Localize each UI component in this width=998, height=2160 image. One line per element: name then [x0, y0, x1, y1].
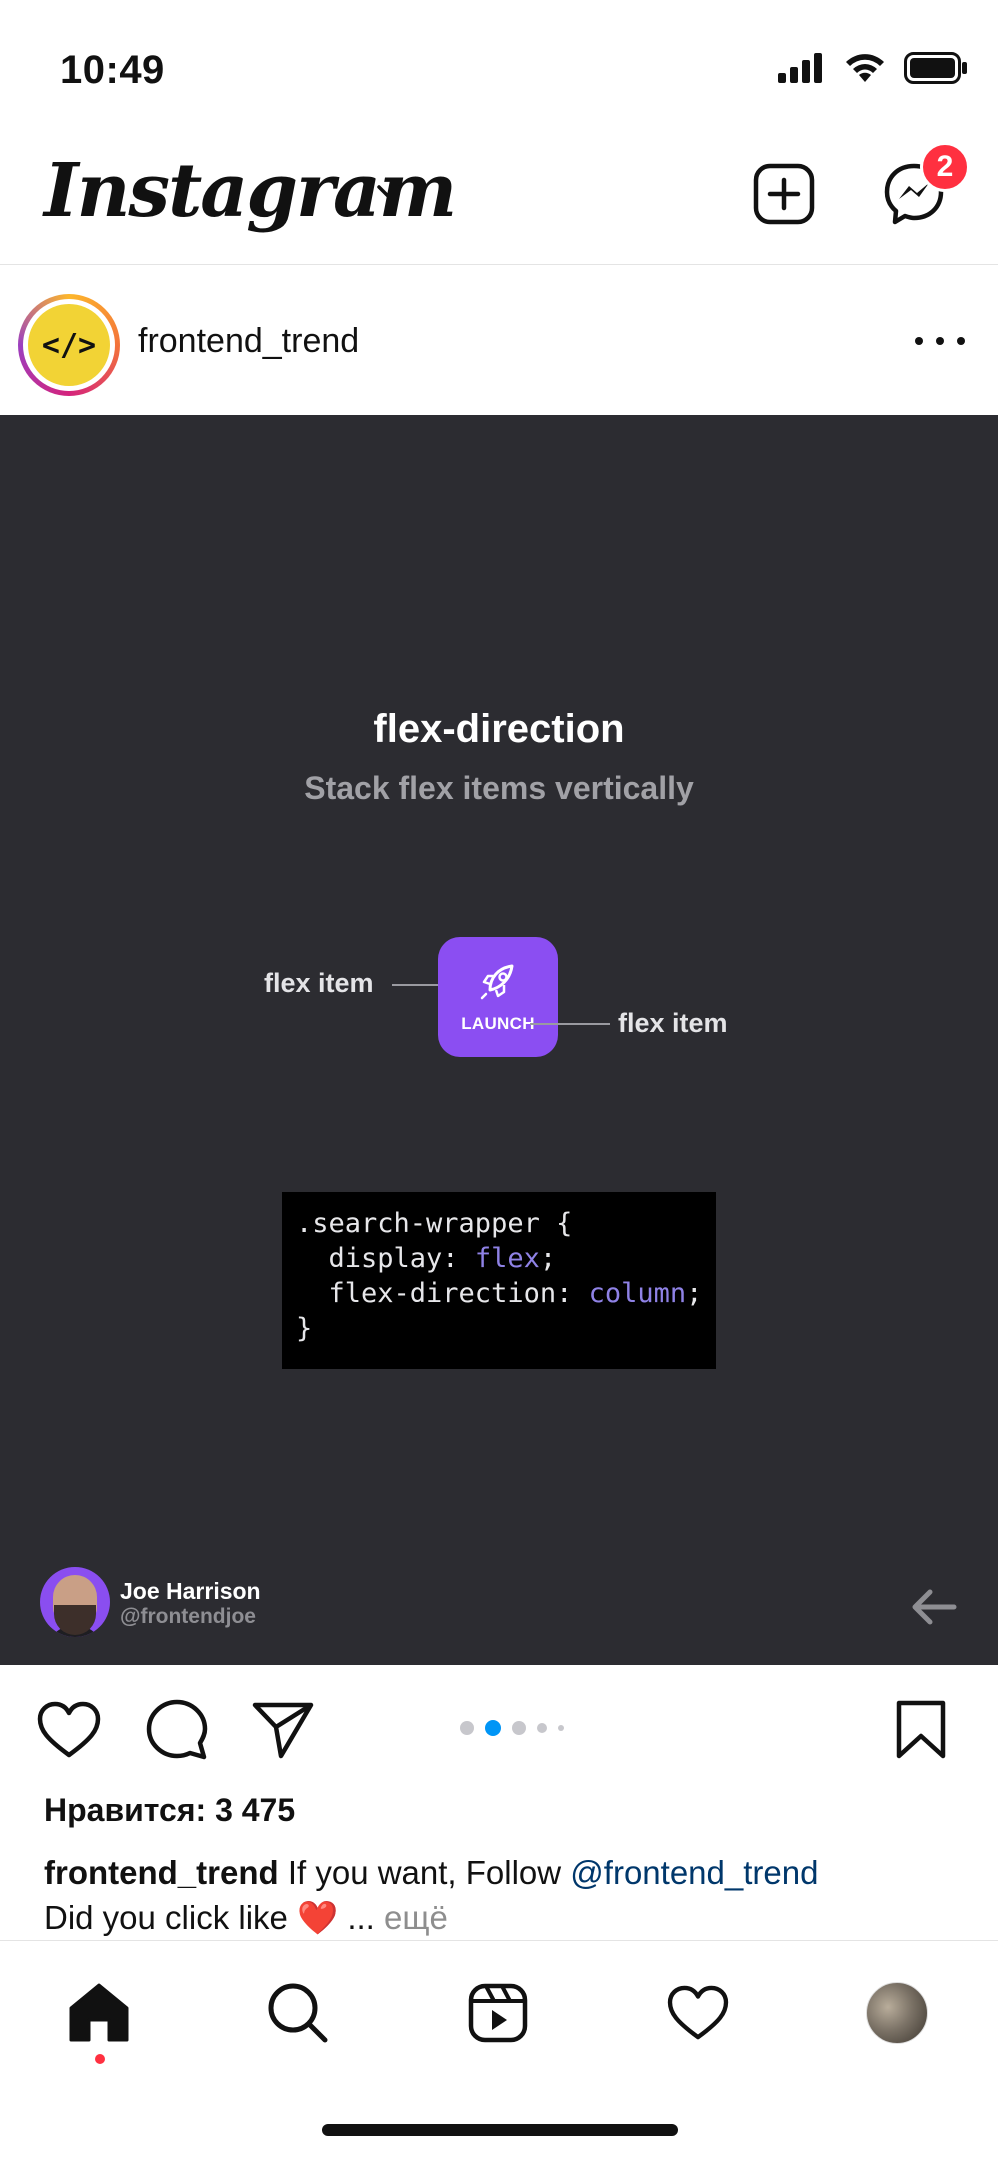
post-actions [0, 1665, 998, 1785]
avatar-code-logo: </> [28, 304, 110, 386]
code-keyword: flex [474, 1243, 540, 1274]
comment-icon [146, 1699, 208, 1760]
author-avatar [40, 1567, 110, 1637]
more-dot [915, 337, 923, 345]
likes-count[interactable]: Нравится: 3 475 [44, 1792, 295, 1829]
nav-home[interactable] [59, 1973, 139, 2053]
caption-mention[interactable]: @frontend_trend [570, 1854, 818, 1891]
heart-emoji: ❤️ [297, 1899, 339, 1936]
caption-more-link[interactable]: ещё [384, 1899, 448, 1936]
more-dot [957, 337, 965, 345]
profile-avatar [866, 1982, 928, 2044]
more-options-button[interactable] [915, 326, 965, 356]
launch-tile: LAUNCH [438, 937, 558, 1057]
nav-search[interactable] [258, 1973, 338, 2053]
bookmark-icon [896, 1700, 946, 1759]
comment-button[interactable] [142, 1695, 212, 1765]
flex-item-label-right: flex item [618, 1008, 728, 1038]
post-media[interactable]: flex-direction Stack flex items vertical… [0, 415, 998, 1665]
connector-line [530, 1023, 610, 1025]
nav-activity[interactable] [658, 1973, 738, 2053]
new-post-icon [753, 163, 815, 225]
flex-item-label-left: flex item [264, 968, 374, 998]
caption-line2: Did you click like [44, 1899, 298, 1936]
post-header: </> frontend_trend [0, 268, 998, 414]
code-line: .search-wrapper { [296, 1208, 573, 1239]
heart-icon [37, 1701, 101, 1758]
nav-active-dot [95, 2054, 105, 2064]
status-time: 10:49 [60, 48, 165, 92]
slide-subtitle: Stack flex items vertically [304, 770, 694, 806]
code-line: display: [296, 1243, 475, 1274]
code-line: flex-direction: [296, 1278, 589, 1309]
caption-username[interactable]: frontend_trend [44, 1854, 279, 1891]
new-post-button[interactable] [750, 160, 818, 228]
save-button[interactable] [886, 1695, 956, 1765]
caption-text: If you want, Follow [278, 1854, 571, 1891]
paper-plane-icon [252, 1702, 314, 1759]
rocket-icon [480, 964, 514, 1000]
author-handle: @frontendjoe [120, 1605, 256, 1628]
arrow-left-icon [912, 1589, 957, 1625]
carousel-dot [512, 1721, 526, 1735]
like-button[interactable] [34, 1695, 104, 1765]
wifi-icon [846, 54, 884, 82]
messenger-badge: 2 [920, 142, 970, 192]
code-keyword: column [588, 1278, 687, 1309]
post-username[interactable]: frontend_trend [138, 322, 359, 361]
code-snippet: .search-wrapper { display: flex; flex-di… [282, 1192, 716, 1369]
share-button[interactable] [248, 1695, 318, 1765]
status-bar: 10:49 [0, 0, 998, 120]
status-icons [778, 52, 968, 84]
carousel-dot [460, 1721, 474, 1735]
app-header: Instagram 2 [0, 130, 998, 265]
code-line: } [296, 1313, 313, 1344]
author-name: Joe Harrison [120, 1578, 261, 1604]
carousel-dot [537, 1723, 547, 1733]
carousel-dot-active [485, 1720, 501, 1736]
battery-icon [904, 52, 967, 84]
launch-label: LAUNCH [461, 1014, 535, 1033]
chevron-down-icon[interactable] [373, 180, 405, 204]
more-dot [936, 337, 944, 345]
activity-heart-icon [667, 1985, 729, 2040]
signal-icon [778, 53, 822, 83]
carousel-indicator [460, 1720, 564, 1736]
account-avatar[interactable]: </> [18, 294, 120, 396]
slide-title: flex-direction [373, 707, 625, 751]
reels-icon [468, 1983, 528, 2043]
home-indicator [322, 2124, 678, 2136]
carousel-dot [558, 1725, 564, 1731]
home-icon [69, 1983, 129, 2042]
caption-ellipsis: ... [338, 1899, 385, 1936]
nav-reels[interactable] [458, 1973, 538, 2053]
nav-profile[interactable] [857, 1973, 937, 2053]
post-caption: frontend_trend If you want, Follow @fron… [44, 1850, 974, 1940]
search-icon [268, 1983, 328, 2043]
